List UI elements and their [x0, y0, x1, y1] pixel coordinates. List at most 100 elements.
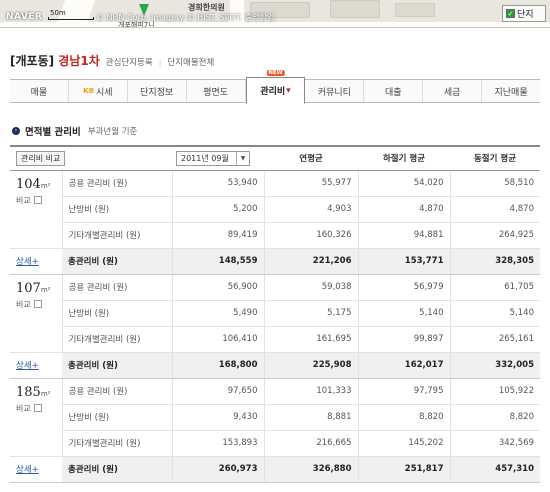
fee-value: 99,897	[358, 326, 451, 353]
table-row: 상세+ 총관리비 (원) 260,973 326,880 251,817 457,310	[10, 456, 540, 483]
map-scale-label: 50m	[50, 9, 66, 17]
fee-value: 54,020	[358, 170, 451, 197]
table-row: 기타개별관리비 (원) 106,410 161,695 99,897 265,161	[10, 326, 540, 353]
tab-label: 커뮤니티	[317, 87, 351, 98]
tab-loan[interactable]: 대출	[364, 80, 424, 102]
column-header-winter: 동절기 평균	[450, 145, 540, 171]
fee-value: 251,817	[358, 456, 451, 483]
fee-value: 265,161	[450, 326, 540, 353]
detail-link[interactable]: 상세+	[16, 465, 39, 475]
tab-tax[interactable]: 세금	[423, 80, 483, 102]
tab-label: 지난매물	[494, 87, 528, 98]
fee-value: 4,903	[264, 196, 359, 223]
detail-link[interactable]: 상세+	[16, 257, 39, 267]
fee-value: 101,333	[264, 378, 359, 405]
header-compare-cell: 관리비 비교	[10, 145, 172, 171]
tab-maintenance-fee[interactable]: NEW 관리비 ▾	[245, 70, 306, 104]
fee-value: 342,569	[450, 430, 540, 457]
detail-cell: 상세+	[10, 456, 62, 483]
fee-value: 59,038	[264, 274, 359, 301]
compare-checkbox[interactable]	[33, 196, 42, 204]
kb-logo-icon: KB	[83, 87, 94, 95]
tab-past-listings[interactable]: 지난매물	[482, 80, 541, 102]
fee-value: 221,206	[264, 248, 359, 275]
complex-header: [개포동] 경남1차 관심단지등록 | 단지매물전체	[10, 52, 214, 69]
fee-value: 8,820	[450, 404, 540, 431]
danji-toggle-label: 단지	[517, 10, 534, 20]
table-row: 난방비 (원) 9,430 8,881 8,820 8,820	[10, 404, 540, 431]
fee-value: 162,017	[358, 352, 451, 379]
detail-link[interactable]: 상세+	[16, 361, 39, 371]
compare-label: 비교	[16, 195, 31, 205]
maintenance-fee-table: 관리비 비교 2011년 09월 ▼ 연평균 하절기 평균 동절기 평균 104…	[10, 145, 540, 483]
tab-bar: 매물 KB 시세 단지정보 평면도 NEW 관리비 ▾ 커뮤니티 대출 세금 지난매…	[10, 70, 541, 104]
area-value: 185	[16, 384, 41, 400]
month-select[interactable]: 2011년 09월 ▼	[176, 150, 250, 166]
header-month-cell: 2011년 09월 ▼	[172, 145, 264, 171]
chevron-down-icon: ▼	[236, 151, 249, 165]
fee-label: 총관리비 (원)	[62, 352, 173, 379]
fee-value: 4,870	[358, 196, 451, 223]
fee-label: 공용 관리비 (원)	[62, 170, 173, 197]
area-value: 104	[16, 176, 41, 192]
fee-value: 168,800	[172, 352, 265, 379]
fee-value: 160,326	[264, 222, 359, 249]
tab-community[interactable]: 커뮤니티	[305, 80, 365, 102]
column-header-annual: 연평균	[264, 145, 358, 171]
fee-value: 5,175	[264, 300, 359, 327]
fee-value: 8,881	[264, 404, 359, 431]
fee-value: 97,650	[172, 378, 265, 405]
fee-value: 5,140	[450, 300, 540, 327]
column-header-summer: 하절기 평균	[358, 145, 450, 171]
fee-label: 기타개별관리비 (원)	[62, 430, 173, 457]
fee-value: 264,925	[450, 222, 540, 249]
section-subtitle: 부과년월 기준	[87, 127, 138, 137]
danji-toggle-button[interactable]: ✓ 단지	[502, 5, 546, 22]
area-unit: m²	[40, 389, 51, 398]
fee-value: 145,202	[358, 430, 451, 457]
fee-value: 97,795	[358, 378, 451, 405]
fee-label: 난방비 (원)	[62, 196, 173, 223]
divider: |	[158, 58, 162, 67]
fee-value: 328,305	[450, 248, 540, 275]
tab-price[interactable]: KB 시세	[68, 80, 128, 102]
fee-value: 8,820	[358, 404, 451, 431]
fee-value: 94,881	[358, 222, 451, 249]
map-strip[interactable]: NAVER 50m © NHN Corp. Imagery © HIST. SP…	[0, 0, 550, 28]
area-cell: 104m² 비교	[10, 170, 63, 249]
fee-label: 난방비 (원)	[62, 300, 173, 327]
area-value: 107	[16, 280, 41, 296]
detail-cell: 상세+	[10, 248, 62, 275]
new-badge: NEW	[266, 70, 285, 76]
map-building-label: 경희한의원	[188, 3, 225, 12]
map-scale-bar	[48, 17, 94, 20]
fee-label: 총관리비 (원)	[62, 248, 173, 275]
fee-value: 225,908	[264, 352, 359, 379]
fee-value: 153,771	[358, 248, 451, 275]
detail-cell: 상세+	[10, 352, 62, 379]
page-title: [개포동] 경남1차	[10, 52, 100, 69]
tab-label: 평면도	[203, 87, 229, 98]
fee-value: 61,705	[450, 274, 540, 301]
fee-value: 161,695	[264, 326, 359, 353]
fee-value: 55,977	[264, 170, 359, 197]
fee-value: 457,310	[450, 456, 540, 483]
fee-value: 153,893	[172, 430, 265, 457]
compare-checkbox[interactable]	[33, 404, 42, 412]
compare-label: 비교	[16, 299, 31, 309]
tab-complex-info[interactable]: 단지정보	[127, 80, 187, 102]
fee-value: 9,430	[172, 404, 265, 431]
tab-floor-plan[interactable]: 평면도	[186, 80, 246, 102]
fee-value: 4,870	[450, 196, 540, 223]
fee-value: 260,973	[172, 456, 265, 483]
fee-value: 106,410	[172, 326, 265, 353]
tab-label: 관리비	[260, 87, 286, 97]
fee-value: 216,665	[264, 430, 359, 457]
compare-checkbox[interactable]	[33, 300, 42, 308]
tab-listings[interactable]: 매물	[10, 80, 69, 102]
all-listings-link[interactable]: 단지매물전체	[167, 56, 214, 68]
favorite-complex-link[interactable]: 관심단지등록	[106, 56, 153, 68]
compare-fees-button[interactable]: 관리비 비교	[16, 150, 66, 166]
table-row: 난방비 (원) 5,490 5,175 5,140 5,140	[10, 300, 540, 327]
tab-label: 매물	[30, 87, 48, 98]
